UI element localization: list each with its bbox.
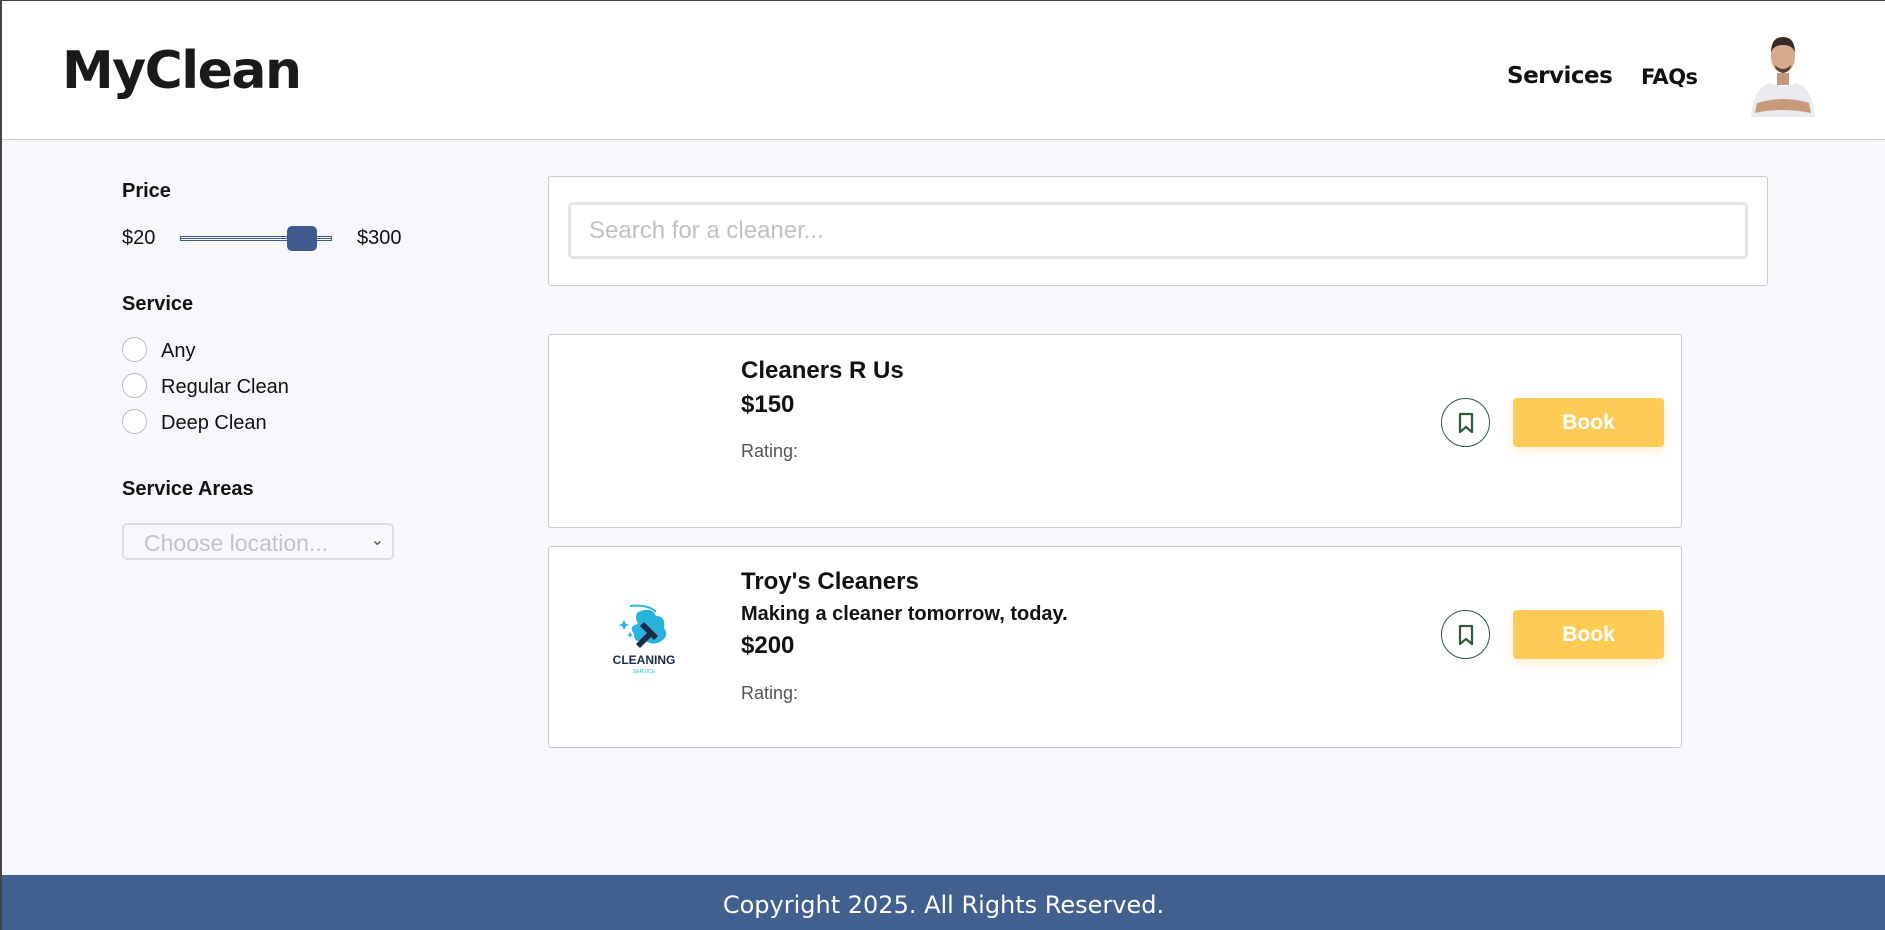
bookmark-icon — [1458, 412, 1474, 434]
cleaner-price: $200 — [741, 632, 795, 659]
site-header: MyClean Services FAQs — [2, 1, 1885, 140]
book-button[interactable]: Book — [1513, 398, 1664, 447]
nav-faqs-link[interactable]: FAQs — [1641, 65, 1698, 89]
price-max-value: $300 — [357, 227, 402, 249]
price-slider-thumb[interactable] — [287, 226, 317, 251]
radio-label: Regular Clean — [161, 376, 289, 398]
location-select[interactable]: Choose location... ⌄ — [122, 523, 394, 560]
cleaner-rating-label: Rating: — [741, 441, 799, 461]
cleaner-name[interactable]: Troy's Cleaners — [741, 568, 919, 596]
radio-button[interactable] — [122, 373, 147, 398]
cleaner-card[interactable]: CLEANING SERVICE Troy's Cleaners Making … — [548, 546, 1682, 748]
bookmark-button[interactable] — [1441, 610, 1490, 659]
cleaner-tagline: Making a cleaner tomorrow, today. — [741, 603, 1068, 625]
radio-label: Deep Clean — [161, 412, 267, 434]
radio-label: Any — [161, 340, 196, 362]
service-filter-label: Service — [122, 293, 194, 315]
cleaner-rating-label: Rating: — [741, 683, 799, 703]
service-areas-label: Service Areas — [122, 478, 254, 500]
cleaning-service-logo: CLEANING SERVICE — [613, 604, 676, 675]
brand-logo[interactable]: MyClean — [62, 41, 302, 101]
cleaner-price: $150 — [741, 391, 795, 418]
chevron-down-icon: ⌄ — [370, 532, 384, 549]
copyright-text: Copyright 2025. All Rights Reserved. — [722, 891, 1165, 919]
site-footer: Copyright 2025. All Rights Reserved. — [2, 875, 1885, 930]
cleaner-name[interactable]: Cleaners R Us — [741, 357, 904, 385]
radio-button[interactable] — [122, 409, 147, 434]
logo-text: CLEANING — [613, 653, 676, 667]
location-select-placeholder: Choose location... — [144, 530, 329, 556]
price-filter-label: Price — [122, 180, 171, 202]
price-min-value: $20 — [122, 227, 156, 249]
book-button[interactable]: Book — [1513, 610, 1664, 659]
bookmark-button[interactable] — [1441, 398, 1490, 447]
search-panel — [548, 176, 1768, 286]
cleaner-card[interactable]: Cleaners R Us $150 Rating: Book — [548, 334, 1682, 528]
logo-subtext: SERVICE — [633, 669, 656, 675]
radio-button[interactable] — [122, 337, 147, 362]
bookmark-icon — [1458, 624, 1474, 646]
search-input[interactable] — [568, 202, 1748, 259]
nav-services-link[interactable]: Services — [1507, 63, 1613, 89]
user-avatar[interactable] — [1747, 23, 1819, 117]
